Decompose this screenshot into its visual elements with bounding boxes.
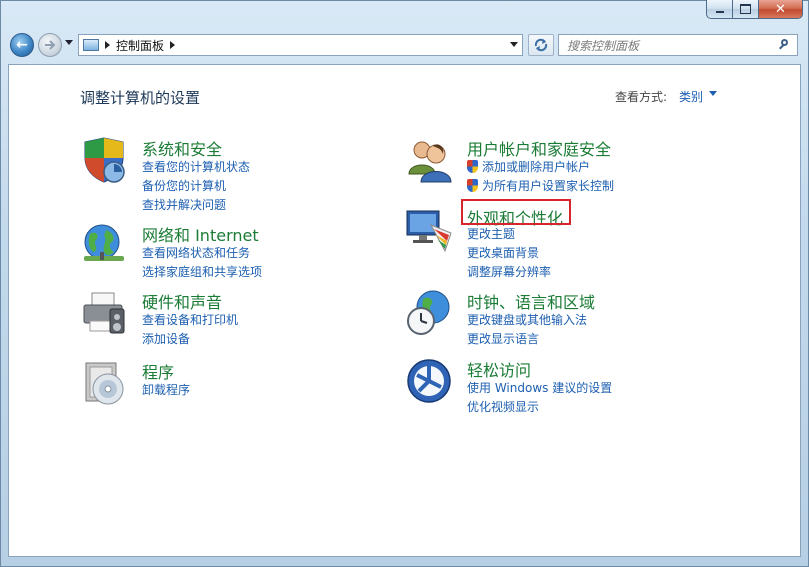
- category-network-internet: 网络和 Internet 查看网络状态和任务 选择家庭组和共享选项: [80, 222, 380, 282]
- link-devices-printers[interactable]: 查看设备和打印机: [142, 311, 238, 328]
- link-text: 添加或删除用户帐户: [482, 160, 591, 174]
- users-icon: [408, 141, 452, 183]
- category-title[interactable]: 用户帐户和家庭安全: [467, 136, 611, 160]
- chevron-down-icon: [65, 40, 73, 45]
- link-network-status[interactable]: 查看网络状态和任务: [142, 244, 250, 261]
- close-icon: ✕: [775, 1, 786, 17]
- category-title[interactable]: 系统和安全: [142, 136, 222, 160]
- link-text: 为所有用户设置家长控制: [482, 179, 615, 193]
- programs-disc-icon: [85, 362, 124, 405]
- back-arrow-icon: ←: [16, 37, 28, 53]
- search-input[interactable]: 搜索控制面板: [567, 37, 639, 54]
- category-title[interactable]: 网络和 Internet: [142, 222, 259, 246]
- uac-shield-icon: [467, 160, 478, 173]
- link-change-theme[interactable]: 更改主题: [467, 225, 515, 242]
- highlight-box: [461, 199, 571, 225]
- maximize-icon: [740, 4, 751, 14]
- link-add-device[interactable]: 添加设备: [142, 330, 190, 347]
- link-change-desktop-background[interactable]: 更改桌面背景: [467, 244, 539, 261]
- chevron-down-icon: [510, 42, 518, 47]
- link-backup-computer[interactable]: 备份您的计算机: [142, 177, 226, 194]
- refresh-button[interactable]: [528, 34, 554, 56]
- view-by-label: 查看方式:: [615, 90, 668, 104]
- chevron-down-icon[interactable]: [709, 91, 717, 97]
- category-programs: 程序 卸载程序: [80, 359, 380, 409]
- search-icon[interactable]: [779, 39, 791, 51]
- category-hardware-sound: 硬件和声音 查看设备和打印机 添加设备: [80, 289, 380, 349]
- link-change-display-language[interactable]: 更改显示语言: [467, 330, 539, 347]
- forward-arrow-icon: [45, 40, 56, 50]
- close-button[interactable]: ✕: [759, 0, 803, 19]
- link-view-computer-status[interactable]: 查看您的计算机状态: [142, 158, 250, 175]
- shield-icon: [84, 137, 125, 183]
- clock-globe-icon: [407, 290, 450, 335]
- navigation-bar: ← 控制面板 搜索控制面板: [8, 30, 801, 60]
- recent-pages-dropdown[interactable]: [65, 39, 73, 48]
- uac-shield-icon: [467, 179, 478, 192]
- breadcrumb-control-panel[interactable]: 控制面板: [116, 37, 164, 54]
- display-palette-icon: [406, 210, 452, 253]
- content-pane: 调整计算机的设置 查看方式: 类别 系统和安全 查看您的计算机状态 备份您的计算…: [8, 64, 801, 557]
- link-uninstall-program[interactable]: 卸载程序: [142, 381, 190, 398]
- window-controls: ✕: [706, 0, 803, 19]
- refresh-icon: [534, 38, 548, 52]
- forward-button[interactable]: [38, 33, 62, 57]
- window-bottom-edge: [8, 557, 801, 565]
- ease-of-access-icon: [407, 359, 451, 403]
- category-user-accounts: 用户帐户和家庭安全 添加或删除用户帐户 为所有用户设置家长控制: [405, 136, 735, 194]
- chevron-right-icon: [105, 41, 110, 49]
- address-bar[interactable]: 控制面板: [78, 34, 523, 56]
- category-title[interactable]: 时钟、语言和区域: [467, 289, 595, 313]
- category-system-security: 系统和安全 查看您的计算机状态 备份您的计算机 查找并解决问题: [80, 136, 380, 212]
- minimize-icon: [715, 11, 724, 13]
- view-by-dropdown[interactable]: 类别: [679, 88, 703, 105]
- link-adjust-resolution[interactable]: 调整屏幕分辨率: [467, 263, 551, 280]
- category-ease-of-access: 轻松访问 使用 Windows 建议的设置 优化视频显示: [405, 357, 735, 417]
- link-windows-recommended-settings[interactable]: 使用 Windows 建议的设置: [467, 379, 612, 396]
- category-title[interactable]: 硬件和声音: [142, 289, 222, 313]
- category-title[interactable]: 程序: [142, 359, 174, 383]
- category-title[interactable]: 轻松访问: [467, 357, 531, 381]
- link-add-remove-accounts[interactable]: 添加或删除用户帐户: [467, 158, 590, 175]
- minimize-button[interactable]: [706, 0, 733, 19]
- back-button[interactable]: ←: [10, 33, 34, 57]
- category-clock-language-region: 时钟、语言和区域 更改键盘或其他输入法 更改显示语言: [405, 289, 735, 349]
- link-parental-controls[interactable]: 为所有用户设置家长控制: [467, 177, 614, 194]
- link-change-input-method[interactable]: 更改键盘或其他输入法: [467, 311, 587, 328]
- link-troubleshoot[interactable]: 查找并解决问题: [142, 196, 226, 213]
- printer-icon: [83, 292, 125, 334]
- chevron-right-icon[interactable]: [170, 41, 176, 49]
- address-history-dropdown[interactable]: [506, 35, 522, 55]
- search-box[interactable]: 搜索控制面板: [558, 34, 798, 56]
- link-optimize-display[interactable]: 优化视频显示: [467, 398, 539, 415]
- maximize-button[interactable]: [733, 0, 759, 19]
- network-globe-icon: [84, 224, 124, 261]
- link-homegroup-sharing[interactable]: 选择家庭组和共享选项: [142, 263, 262, 280]
- control-panel-icon: [83, 39, 99, 51]
- page-title: 调整计算机的设置: [80, 89, 201, 107]
